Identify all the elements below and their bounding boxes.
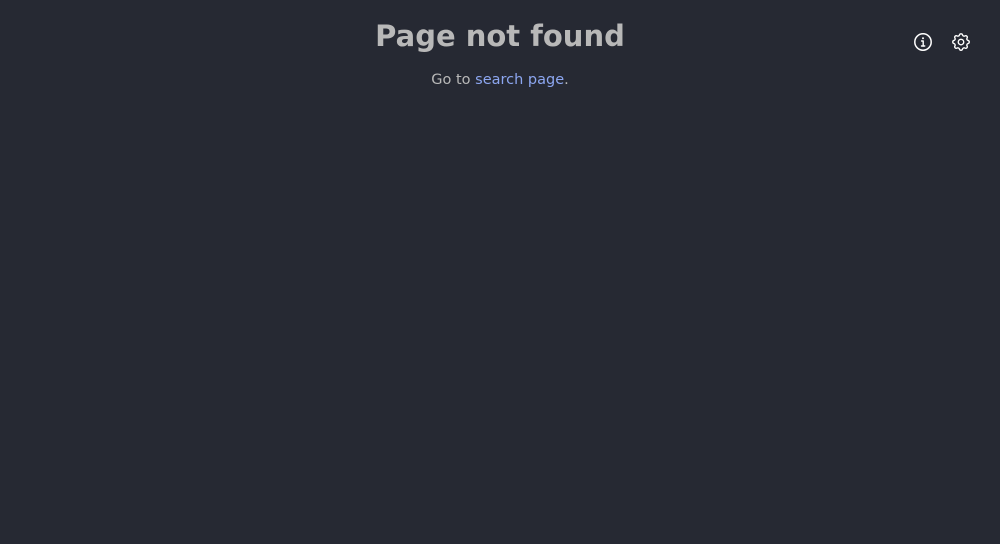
- search-page-link[interactable]: search page: [475, 72, 564, 88]
- page-title: Page not found: [375, 19, 625, 53]
- not-found-page: Page not found Go to search page.: [0, 0, 1000, 544]
- not-found-message: Go to search page.: [0, 70, 1000, 90]
- info-button[interactable]: [911, 30, 935, 54]
- message-prefix: Go to: [431, 72, 476, 88]
- gear-icon: [952, 33, 970, 51]
- info-icon: [914, 33, 932, 51]
- settings-button[interactable]: [949, 30, 973, 54]
- message-suffix: .: [564, 72, 569, 88]
